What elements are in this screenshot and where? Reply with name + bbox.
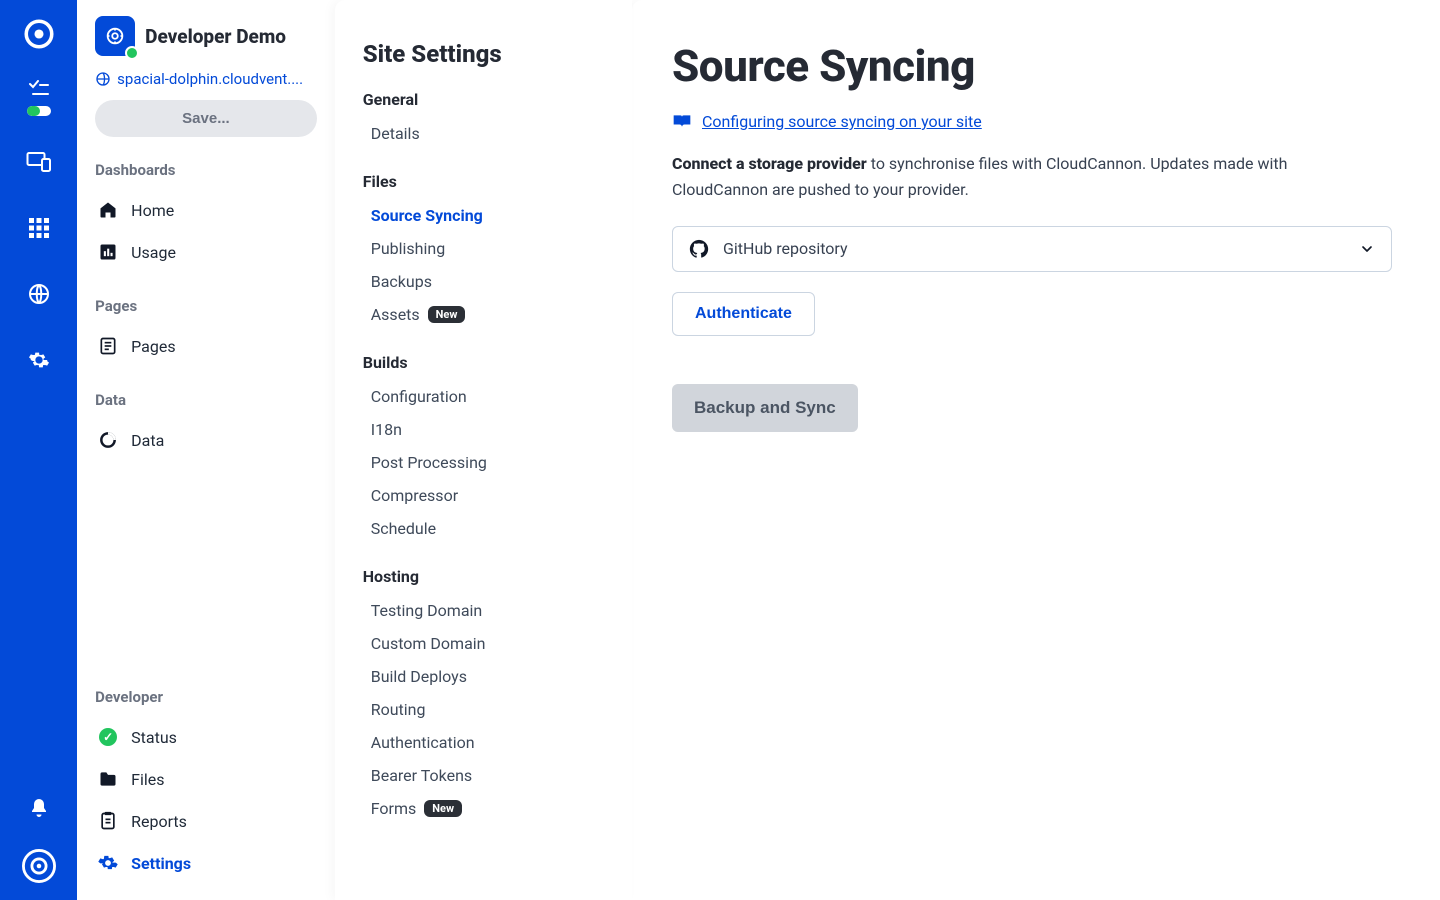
settings-title: Site Settings [363, 40, 612, 68]
settings-item-publishing[interactable]: Publishing [363, 232, 612, 265]
nav-group-developer: Developer [95, 688, 317, 706]
site-title: Developer Demo [145, 25, 286, 48]
nav-label: Data [131, 431, 164, 450]
avatar-icon[interactable] [19, 846, 59, 886]
settings-item-bearer-tokens[interactable]: Bearer Tokens [363, 759, 612, 792]
nav-label: Usage [131, 243, 176, 262]
settings-item-schedule[interactable]: Schedule [363, 512, 612, 545]
global-nav-rail [0, 0, 77, 900]
home-icon [97, 199, 119, 221]
apps-grid-icon[interactable] [19, 208, 59, 248]
nav-label: Reports [131, 812, 187, 831]
settings-item-testing-domain[interactable]: Testing Domain [363, 594, 612, 627]
sidebar-item-settings[interactable]: Settings [95, 842, 317, 884]
site-logo[interactable] [95, 16, 135, 56]
status-ok-badge [125, 46, 139, 60]
settings-item-i18n[interactable]: I18n [363, 413, 612, 446]
settings-group-files: Files [363, 172, 612, 191]
main-content: Source Syncing Configuring source syncin… [632, 0, 1440, 900]
settings-group-hosting: Hosting [363, 567, 612, 586]
authenticate-button[interactable]: Authenticate [672, 292, 815, 336]
settings-item-custom-domain[interactable]: Custom Domain [363, 627, 612, 660]
globe-icon[interactable] [19, 274, 59, 314]
sidebar-item-usage[interactable]: Usage [95, 231, 317, 273]
settings-item-routing[interactable]: Routing [363, 693, 612, 726]
donut-icon [97, 429, 119, 451]
nav-label: Files [131, 770, 164, 789]
nav-label: Pages [131, 337, 175, 356]
settings-item-backups[interactable]: Backups [363, 265, 612, 298]
sidebar-item-reports[interactable]: Reports [95, 800, 317, 842]
progress-indicator [27, 106, 51, 116]
chevron-down-icon [1359, 241, 1375, 257]
sidebar-item-home[interactable]: Home [95, 189, 317, 231]
nav-label: Status [131, 728, 177, 747]
settings-item-compressor[interactable]: Compressor [363, 479, 612, 512]
site-domain-text: spacial-dolphin.cloudvent.... [117, 70, 303, 88]
checklist-icon[interactable] [19, 80, 59, 116]
page-heading: Source Syncing [672, 40, 1392, 92]
nav-label: Settings [131, 854, 191, 873]
provider-label: GitHub repository [723, 239, 1345, 258]
sidebar-item-files[interactable]: Files [95, 758, 317, 800]
folder-icon [97, 768, 119, 790]
site-sidebar: Developer Demo spacial-dolphin.cloudvent… [77, 0, 335, 900]
doc-link[interactable]: Configuring source syncing on your site [702, 112, 982, 131]
devices-icon[interactable] [19, 142, 59, 182]
description: Connect a storage provider to synchronis… [672, 151, 1312, 204]
settings-nav: Site Settings General Details Files Sour… [335, 0, 632, 900]
nav-group-data: Data [95, 391, 317, 409]
github-icon [689, 239, 709, 259]
settings-item-post-processing[interactable]: Post Processing [363, 446, 612, 479]
settings-group-general: General [363, 90, 612, 109]
settings-item-assets[interactable]: AssetsNew [363, 298, 612, 331]
sidebar-item-status[interactable]: Status [95, 716, 317, 758]
backup-sync-button[interactable]: Backup and Sync [672, 384, 858, 432]
globe-mini-icon [95, 71, 111, 87]
nav-group-pages: Pages [95, 297, 317, 315]
sidebar-item-pages[interactable]: Pages [95, 325, 317, 367]
nav-label: Home [131, 201, 174, 220]
new-badge: New [424, 800, 462, 817]
status-ok-icon [97, 726, 119, 748]
logo-icon[interactable] [19, 14, 59, 54]
gear-icon[interactable] [19, 340, 59, 380]
gear-icon [97, 852, 119, 874]
bell-icon[interactable] [19, 788, 59, 828]
provider-select[interactable]: GitHub repository [672, 226, 1392, 272]
chart-icon [97, 241, 119, 263]
nav-group-dashboards: Dashboards [95, 161, 317, 179]
settings-item-details[interactable]: Details [363, 117, 612, 150]
guide-icon [672, 113, 692, 131]
document-icon [97, 335, 119, 357]
settings-item-authentication[interactable]: Authentication [363, 726, 612, 759]
sidebar-item-data[interactable]: Data [95, 419, 317, 461]
new-badge: New [428, 306, 466, 323]
settings-group-builds: Builds [363, 353, 612, 372]
settings-item-forms[interactable]: FormsNew [363, 792, 612, 825]
clipboard-icon [97, 810, 119, 832]
site-domain-link[interactable]: spacial-dolphin.cloudvent.... [95, 70, 317, 88]
settings-item-build-deploys[interactable]: Build Deploys [363, 660, 612, 693]
settings-item-configuration[interactable]: Configuration [363, 380, 612, 413]
settings-item-source-syncing[interactable]: Source Syncing [363, 199, 612, 232]
save-button[interactable]: Save... [95, 100, 317, 137]
